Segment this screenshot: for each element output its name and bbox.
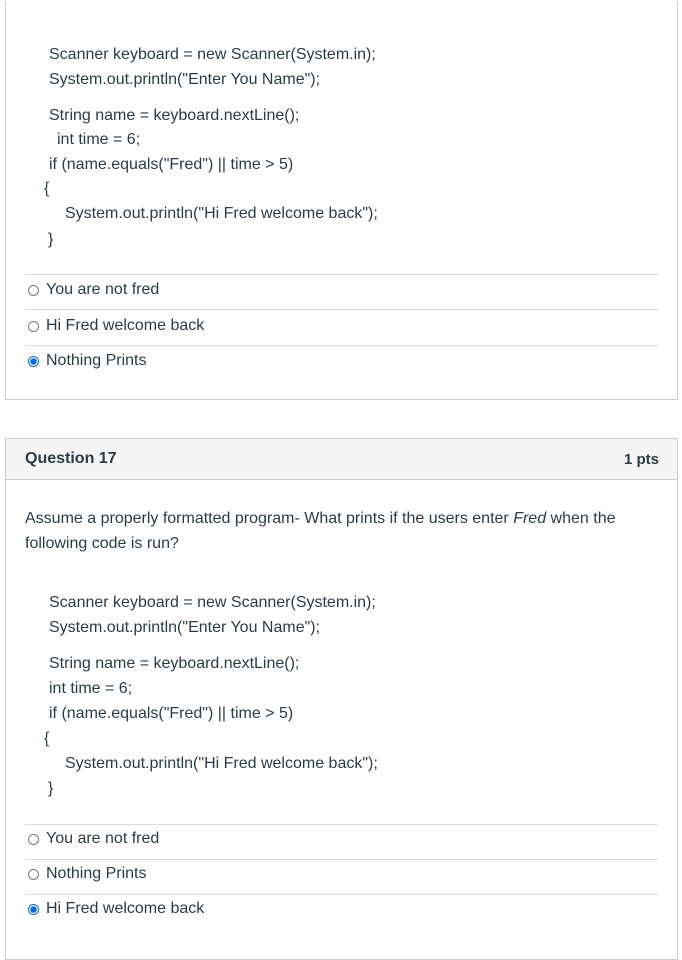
code-line: int time = 6; <box>57 131 141 148</box>
question-text: Assume a properly formatted program- Wha… <box>25 510 616 552</box>
code-line: System.out.println("Hi Fred welcome back… <box>65 755 378 772</box>
code-line: } <box>48 780 54 797</box>
question-title: Question 17 <box>25 450 117 467</box>
question-header: Question 17 1 pts <box>6 439 677 480</box>
answer-option[interactable]: Hi Fred welcome back <box>28 316 204 336</box>
answer-option[interactable]: You are not fred <box>28 280 159 300</box>
code-line: { <box>44 730 50 747</box>
radio-button[interactable] <box>28 833 39 845</box>
code-line: String name = keyboard.nextLine(); <box>49 107 300 124</box>
option-label: You are not fred <box>46 281 160 298</box>
code-line: String name = keyboard.nextLine(); <box>49 655 300 672</box>
answer-option[interactable]: You are not fred <box>28 829 159 849</box>
radio-button-selected[interactable] <box>28 903 39 915</box>
radio-button[interactable] <box>28 868 39 880</box>
question-16-panel: Scanner keyboard = new Scanner(System.in… <box>5 1 678 400</box>
code-line: Scanner keyboard = new Scanner(System.in… <box>49 46 376 63</box>
answer-option[interactable]: Nothing Prints <box>28 351 147 371</box>
question-17-panel: Question 17 1 pts Assume a properly form… <box>5 438 678 960</box>
option-label: Hi Fred welcome back <box>46 317 205 334</box>
option-label: Nothing Prints <box>46 352 147 369</box>
answer-option[interactable]: Nothing Prints <box>28 864 147 884</box>
code-line: System.out.println("Hi Fred welcome back… <box>65 205 378 222</box>
code-line: Scanner keyboard = new Scanner(System.in… <box>49 594 376 611</box>
code-line: System.out.println("Enter You Name"); <box>49 71 321 88</box>
radio-button-selected[interactable] <box>28 355 39 367</box>
radio-button[interactable] <box>28 320 39 332</box>
option-label: You are not fred <box>46 830 160 847</box>
code-line: if (name.equals("Fred") || time > 5) <box>49 156 294 173</box>
radio-button[interactable] <box>28 284 39 296</box>
question-points: 1 pts <box>623 451 659 468</box>
option-label: Nothing Prints <box>46 865 147 882</box>
option-label: Hi Fred welcome back <box>46 900 205 917</box>
code-line: } <box>48 231 54 248</box>
code-line: System.out.println("Enter You Name"); <box>49 619 321 636</box>
answer-option[interactable]: Hi Fred welcome back <box>28 899 204 919</box>
code-line: int time = 6; <box>49 680 133 697</box>
code-line: { <box>44 180 50 197</box>
code-line: if (name.equals("Fred") || time > 5) <box>49 705 294 722</box>
